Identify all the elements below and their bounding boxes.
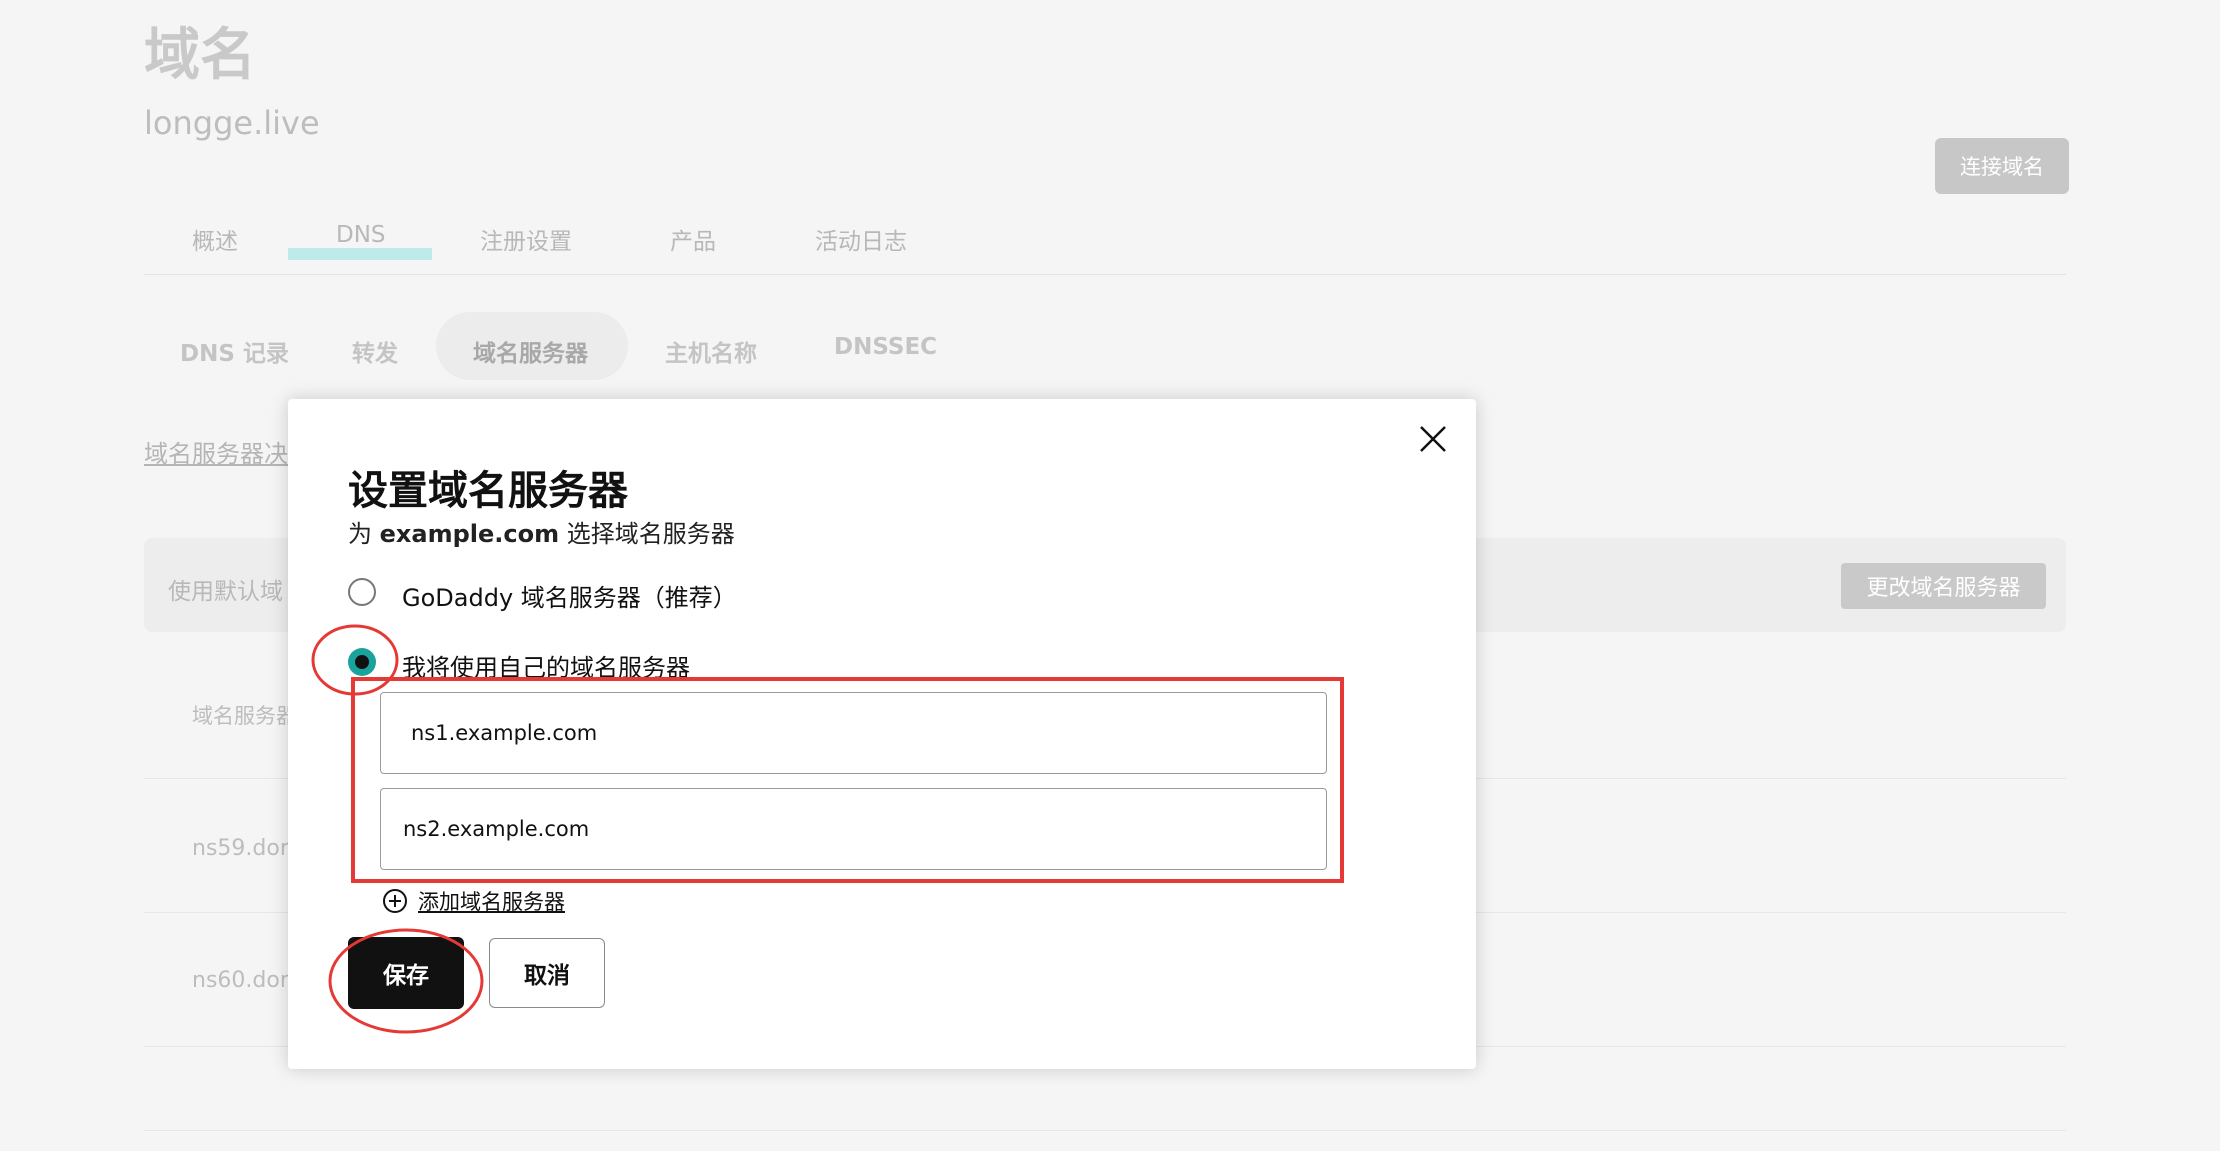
nameserver-2-field[interactable]: [380, 788, 1327, 870]
tab-overview[interactable]: 概述: [192, 222, 238, 256]
close-icon[interactable]: [1418, 424, 1448, 454]
radio-godaddy-label[interactable]: GoDaddy 域名服务器（推荐）: [402, 578, 737, 613]
subtab-forwarding[interactable]: 转发: [352, 334, 398, 368]
subtitle-prefix: 为: [348, 520, 380, 548]
tab-dns-underline: [288, 248, 432, 260]
radio-custom-label[interactable]: 我将使用自己的域名服务器: [402, 648, 690, 683]
save-button[interactable]: 保存: [348, 937, 464, 1009]
domain-name: longge.live: [144, 104, 320, 142]
plus-circle-icon: [383, 889, 407, 913]
dialog-subtitle: 为 example.com 选择域名服务器: [348, 514, 735, 549]
tab-products[interactable]: 产品: [670, 222, 716, 256]
radio-custom-nameservers[interactable]: [348, 648, 376, 676]
connect-domain-button[interactable]: 连接域名: [1935, 138, 2069, 194]
row-divider: [144, 1130, 2066, 1131]
nameserver-row: ns59.don: [192, 836, 294, 861]
panel-text: 使用默认域: [168, 579, 283, 605]
subtab-dns-records[interactable]: DNS 记录: [180, 334, 289, 368]
nameserver-1-field[interactable]: [380, 692, 1327, 774]
add-nameserver-link[interactable]: 添加域名服务器: [382, 886, 565, 916]
subtab-dnssec[interactable]: DNSSEC: [834, 334, 937, 360]
nameserver-1-input[interactable]: [381, 693, 1326, 773]
nameserver-header: 域名服务器: [192, 704, 297, 728]
subtitle-domain: example.com: [379, 520, 560, 548]
nameserver-row: ns60.don: [192, 968, 294, 993]
change-nameservers-button[interactable]: 更改域名服务器: [1841, 563, 2046, 609]
subtitle-suffix: 选择域名服务器: [559, 520, 735, 548]
tab-activity-log[interactable]: 活动日志: [815, 222, 907, 256]
cancel-button[interactable]: 取消: [489, 938, 605, 1008]
main-tabs: [144, 208, 2066, 275]
tab-registration[interactable]: 注册设置: [480, 222, 572, 256]
radio-godaddy-nameservers[interactable]: [348, 578, 376, 606]
tab-dns[interactable]: DNS: [336, 222, 386, 248]
add-nameserver-label[interactable]: 添加域名服务器: [418, 886, 565, 916]
subtab-hostnames[interactable]: 主机名称: [665, 334, 757, 368]
subtab-nameservers[interactable]: 域名服务器: [473, 334, 588, 368]
page-title: 域名: [144, 23, 256, 88]
dialog-title: 设置域名服务器: [348, 468, 628, 514]
nameserver-2-input[interactable]: [381, 789, 1326, 869]
nameserver-info-link[interactable]: 域名服务器决: [144, 434, 288, 469]
